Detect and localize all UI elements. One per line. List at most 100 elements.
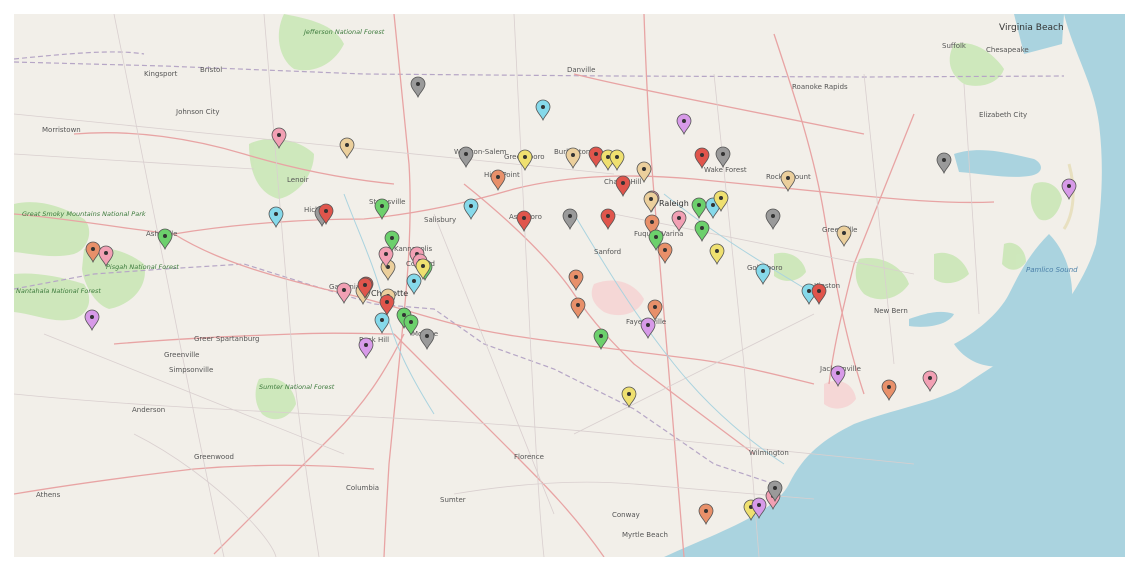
map-marker-tan[interactable] (836, 225, 852, 248)
label-salisbury: Salisbury (424, 216, 456, 224)
label-pisgah: Pisgah National Forest (106, 263, 179, 271)
map-marker-dot (606, 155, 610, 159)
map-marker-dot (1067, 184, 1071, 188)
map-marker-green[interactable] (694, 220, 710, 243)
map-marker-dot (682, 119, 686, 123)
map-marker-dot (697, 203, 701, 207)
map-marker-dot (464, 152, 468, 156)
map-marker-cyan[interactable] (406, 273, 422, 296)
map-marker-yellow[interactable] (517, 149, 533, 172)
map-marker-pin-icon (410, 76, 426, 99)
label-florence: Florence (514, 453, 544, 461)
map-marker-green[interactable] (593, 328, 609, 351)
map-marker-dot (380, 204, 384, 208)
map-marker-green[interactable] (691, 197, 707, 220)
map-marker-dot (385, 300, 389, 304)
map-marker-pin-icon (694, 147, 710, 170)
map-marker-gray[interactable] (765, 208, 781, 231)
map-marker-pin-icon (600, 208, 616, 231)
map-marker-dot (90, 315, 94, 319)
label-wake-forest: Wake Forest (704, 166, 747, 174)
map-marker-orange[interactable] (698, 503, 714, 526)
map-marker-gray[interactable] (419, 328, 435, 351)
map-marker-tan[interactable] (565, 147, 581, 170)
map-marker-pin-icon (562, 208, 578, 231)
map-marker-gray[interactable] (458, 146, 474, 169)
map-marker-orange[interactable] (570, 297, 586, 320)
map-marker-dot (942, 158, 946, 162)
map-marker-pink[interactable] (336, 282, 352, 305)
map-marker-gray[interactable] (715, 146, 731, 169)
map-marker-orange[interactable] (881, 379, 897, 402)
map-marker-gray[interactable] (562, 208, 578, 231)
map-marker-orange[interactable] (647, 299, 663, 322)
map-marker-pin-icon (615, 175, 631, 198)
urban-area-jacksonville (824, 380, 856, 409)
map-marker-pin-icon (490, 169, 506, 192)
map-marker-dot (541, 105, 545, 109)
map-marker-red[interactable] (379, 294, 395, 317)
map-marker-pin-icon (755, 263, 771, 286)
map-marker-dot (771, 214, 775, 218)
map-marker-yellow[interactable] (609, 149, 625, 172)
map-marker-red[interactable] (600, 208, 616, 231)
map-marker-tan[interactable] (339, 137, 355, 160)
map-marker-dot (887, 385, 891, 389)
map-marker-cyan[interactable] (755, 263, 771, 286)
map-view[interactable]: Jefferson National Forest Virginia Beach… (14, 14, 1125, 557)
map-marker-dot (650, 220, 654, 224)
map-marker-pin-icon (84, 309, 100, 332)
map-marker-dot (711, 203, 715, 207)
map-marker-pin-icon (570, 297, 586, 320)
map-marker-pin-icon (535, 99, 551, 122)
map-marker-pin-icon (593, 328, 609, 351)
map-marker-pin-icon (339, 137, 355, 160)
map-marker-pin-icon (517, 149, 533, 172)
map-marker-purple[interactable] (358, 337, 374, 360)
map-marker-red[interactable] (694, 147, 710, 170)
map-marker-dot (677, 216, 681, 220)
map-marker-gray[interactable] (410, 76, 426, 99)
map-marker-dot (786, 176, 790, 180)
albemarle-sound (954, 150, 1041, 177)
map-marker-pin-icon (358, 337, 374, 360)
label-raleigh: Raleigh (659, 199, 689, 208)
label-columbia: Columbia (346, 484, 379, 492)
map-marker-purple[interactable] (640, 317, 656, 340)
map-marker-cyan[interactable] (374, 312, 390, 335)
map-marker-red[interactable] (516, 210, 532, 233)
map-marker-dot (842, 231, 846, 235)
map-marker-yellow[interactable] (709, 243, 725, 266)
map-marker-dot (719, 196, 723, 200)
map-marker-dot (412, 279, 416, 283)
map-marker-dot (568, 214, 572, 218)
map-marker-dot (342, 288, 346, 292)
label-suffolk: Suffolk (942, 42, 967, 50)
map-marker-pin-icon (709, 243, 725, 266)
neuse-river (909, 311, 954, 327)
map-marker-dot (274, 212, 278, 216)
map-marker-cyan[interactable] (535, 99, 551, 122)
map-marker-red[interactable] (811, 283, 827, 306)
map-marker-pin-icon (640, 317, 656, 340)
map-marker-purple[interactable] (676, 113, 692, 136)
map-marker-purple[interactable] (84, 309, 100, 332)
map-marker-orange[interactable] (568, 269, 584, 292)
map-marker-dot (594, 152, 598, 156)
map-marker-dot (599, 334, 603, 338)
map-marker-gray[interactable] (936, 152, 952, 175)
map-marker-dot (522, 216, 526, 220)
map-marker-pin-icon (458, 146, 474, 169)
map-marker-pink[interactable] (922, 370, 938, 393)
map-marker-dot (409, 320, 413, 324)
label-nantahala: Nantahala National Forest (16, 287, 101, 295)
label-greenwood: Greenwood (194, 453, 234, 461)
map-marker-cyan[interactable] (268, 206, 284, 229)
label-virginia-beach: Virginia Beach (999, 23, 1064, 33)
map-marker-orange[interactable] (490, 169, 506, 192)
map-marker-cyan[interactable] (463, 198, 479, 221)
label-elizabeth-city: Elizabeth City (979, 111, 1027, 119)
map-marker-dot (807, 289, 811, 293)
map-marker-red[interactable] (615, 175, 631, 198)
map-marker-dot (700, 153, 704, 157)
